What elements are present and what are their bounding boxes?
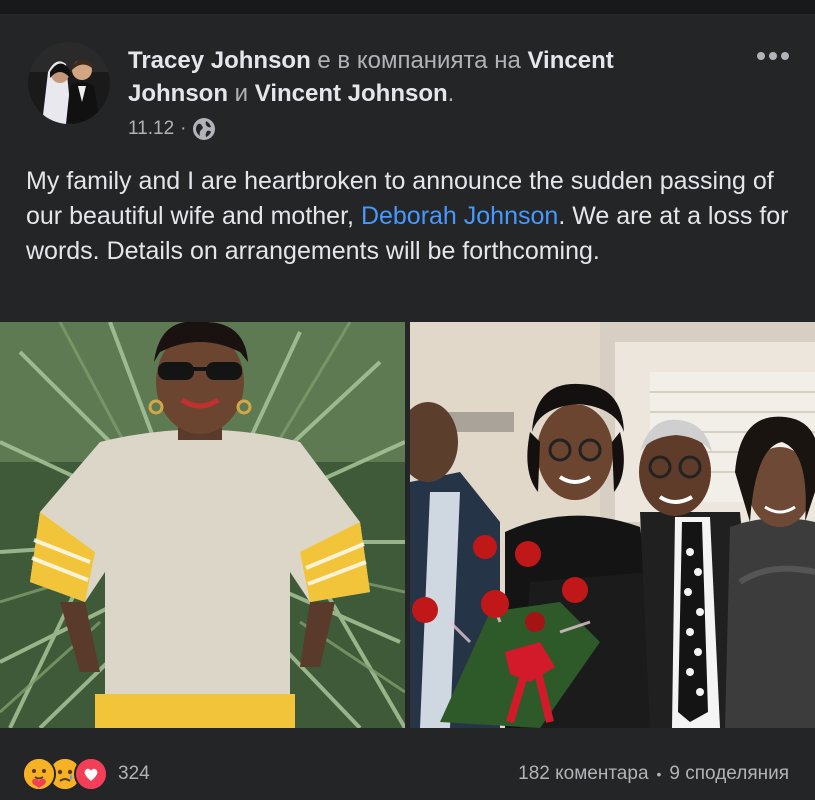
post-header: Tracey Johnson е в компанията на Vincent…	[128, 44, 708, 110]
reactions-summary[interactable]: 324	[22, 754, 150, 794]
more-dot	[781, 52, 789, 60]
meta-separator: ·	[180, 118, 187, 139]
post-timestamp[interactable]: 11.12	[128, 118, 174, 140]
care-icon	[22, 757, 56, 791]
author-avatar[interactable]	[28, 42, 110, 124]
post-photo-1[interactable]	[0, 322, 405, 728]
post-stats: 182 коментара • 9 споделяния	[518, 754, 789, 794]
reactions-count: 324	[118, 763, 150, 784]
more-options-button[interactable]	[752, 46, 794, 66]
more-horizontal-icon	[757, 52, 765, 60]
comments-count-link[interactable]: 182 коментара	[518, 763, 648, 785]
and-label: и	[234, 80, 249, 107]
stats-separator: •	[656, 766, 662, 782]
love-icon	[74, 757, 108, 791]
shares-count-link[interactable]: 9 споделяния	[669, 763, 789, 785]
author-name[interactable]: Tracey Johnson	[128, 47, 311, 74]
top-bar	[0, 0, 815, 14]
post-footer: 324 182 коментара • 9 споделяния	[0, 754, 815, 794]
post-meta: 11.12 ·	[128, 117, 216, 141]
more-dot	[769, 52, 777, 60]
header-end-punct: .	[447, 80, 455, 107]
tagged-person-2[interactable]: Vincent Johnson	[255, 80, 448, 107]
globe-icon[interactable]	[192, 117, 216, 141]
post-photo-2[interactable]	[410, 322, 815, 728]
post-card: Tracey Johnson е в компанията на Vincent…	[0, 14, 815, 800]
mention-link[interactable]: Deborah Johnson	[361, 202, 558, 230]
with-label: е в компанията на	[317, 47, 521, 74]
post-text: My family and I are heartbroken to annou…	[26, 164, 796, 269]
